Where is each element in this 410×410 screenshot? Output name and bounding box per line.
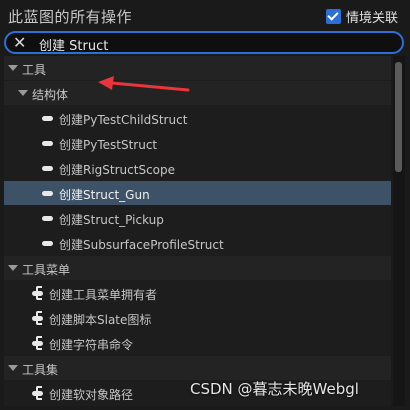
action-menu-panel: 此蓝图的所有操作 情境关联 ✕ 创建 Struct 工具结构体创建PyTestC… xyxy=(0,0,410,410)
watermark: CSDN @暮志未晚Webgl xyxy=(190,380,359,398)
action-label: 创建PyTestChildStruct xyxy=(59,113,188,127)
struct-node-icon xyxy=(42,216,53,221)
scrollbar-thumb[interactable] xyxy=(395,62,402,172)
action-label: 创建Struct_Pickup xyxy=(59,213,164,227)
panel-title: 此蓝图的所有操作 xyxy=(8,8,133,26)
struct-node-icon xyxy=(42,141,53,146)
category-label: 工具集 xyxy=(22,363,59,377)
action-label: 创建RigStructScope xyxy=(59,163,176,177)
action-item[interactable]: 创建SubsurfaceProfileStruct xyxy=(4,231,391,255)
action-item[interactable]: 创建Struct_Pickup xyxy=(4,206,391,230)
expand-arrow-icon[interactable] xyxy=(8,265,18,271)
category-label: 工具菜单 xyxy=(22,263,71,277)
search-input[interactable]: 创建 Struct xyxy=(39,35,108,54)
category-row[interactable]: 工具菜单 xyxy=(4,256,391,280)
scrollbar[interactable] xyxy=(393,56,405,406)
action-item[interactable]: 创建工具菜单拥有者 xyxy=(4,281,391,305)
category-row[interactable]: 工具集 xyxy=(4,356,391,380)
search-field[interactable]: ✕ 创建 Struct xyxy=(4,31,404,54)
category-row[interactable]: 结构体 xyxy=(4,81,391,105)
action-label: 创建脚本Slate图标 xyxy=(49,313,152,327)
function-node-icon xyxy=(32,336,46,350)
function-node-icon xyxy=(32,311,46,325)
function-node-icon xyxy=(32,386,46,400)
struct-node-icon xyxy=(42,191,53,196)
action-label: 创建工具菜单拥有者 xyxy=(49,288,158,302)
struct-node-icon xyxy=(42,116,53,121)
struct-node-icon xyxy=(42,241,53,246)
action-item[interactable]: 创建RigStructScope xyxy=(4,156,391,180)
action-label: 创建Struct_Gun xyxy=(59,188,150,202)
action-label: 创建PyTestStruct xyxy=(59,138,158,152)
expand-arrow-icon[interactable] xyxy=(18,90,28,96)
action-item[interactable]: 创建PyTestStruct xyxy=(4,131,391,155)
action-item[interactable]: 创建脚本Slate图标 xyxy=(4,306,391,330)
action-label: 创建字符串命令 xyxy=(49,338,134,352)
context-sensitive-checkbox[interactable] xyxy=(325,9,341,24)
struct-node-icon xyxy=(42,166,53,171)
action-menu-header: 此蓝图的所有操作 情境关联 xyxy=(0,0,410,32)
expand-arrow-icon[interactable] xyxy=(8,65,18,71)
category-label: 工具 xyxy=(22,63,47,77)
action-item[interactable]: 创建PyTestChildStruct xyxy=(4,106,391,130)
category-row[interactable]: 工具 xyxy=(4,56,391,80)
expand-arrow-icon[interactable] xyxy=(8,365,18,371)
category-label: 结构体 xyxy=(32,88,69,102)
action-label: 创建软对象路径 xyxy=(49,388,134,402)
context-sensitive-label: 情境关联 xyxy=(345,11,398,26)
close-icon[interactable]: ✕ xyxy=(13,34,26,52)
action-list[interactable]: 工具结构体创建PyTestChildStruct 创建PyTestStruct 创建… xyxy=(4,56,391,406)
function-node-icon xyxy=(32,286,46,300)
action-item[interactable]: 创建Struct_Gun xyxy=(4,181,391,205)
context-sensitive-toggle[interactable]: 情境关联 xyxy=(325,7,398,26)
action-label: 创建SubsurfaceProfileStruct xyxy=(59,238,224,252)
action-item[interactable]: 创建字符串命令 xyxy=(4,331,391,355)
